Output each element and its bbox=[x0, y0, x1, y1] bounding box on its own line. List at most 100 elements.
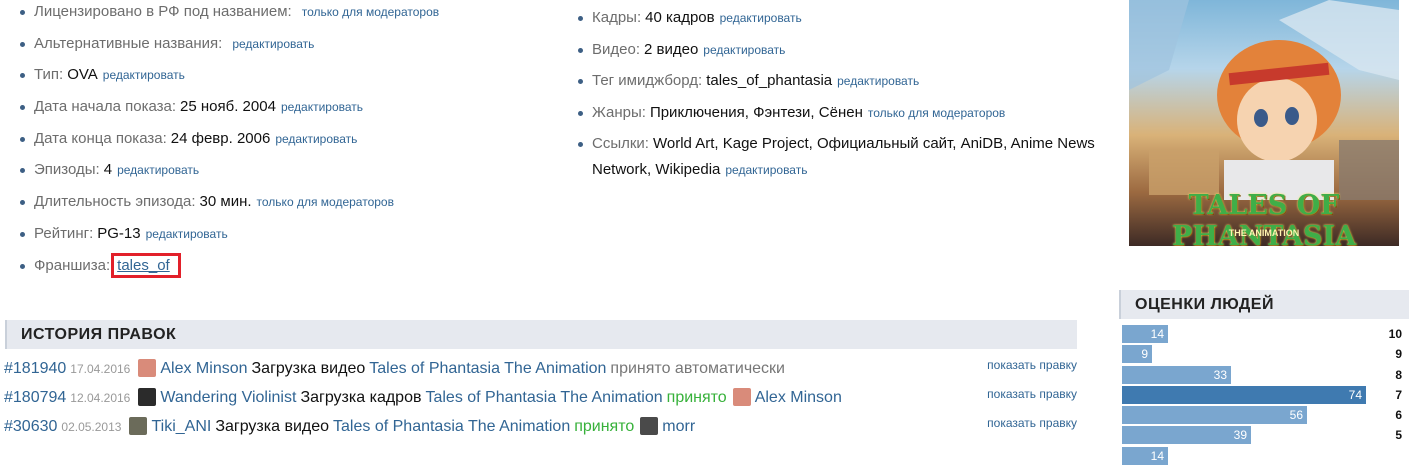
rating-bar: 33 bbox=[1122, 365, 1231, 384]
detail-value: World Art, Kage Project, Официальный сай… bbox=[592, 135, 1095, 179]
edit-link[interactable]: редактировать bbox=[232, 37, 314, 51]
show-edit-link[interactable]: показать правку bbox=[987, 353, 1077, 377]
edit-link[interactable]: редактировать bbox=[103, 68, 185, 82]
rating-row: 99 bbox=[1122, 345, 1407, 365]
edit-link[interactable]: редактировать bbox=[275, 132, 357, 146]
detail-item: Ссылки: World Art, Kage Project, Официаль… bbox=[578, 131, 1098, 183]
detail-key: Лицензировано в РФ под названием: bbox=[34, 3, 292, 20]
detail-key: Жанры: bbox=[592, 103, 646, 121]
show-edit-link[interactable]: показать правку bbox=[987, 382, 1077, 406]
user-link[interactable]: Wandering Violinist bbox=[160, 389, 296, 406]
detail-key: Дата начала показа: bbox=[34, 98, 177, 116]
approver-avatar[interactable] bbox=[732, 388, 751, 406]
detail-key: Дата конца показа: bbox=[34, 129, 167, 147]
detail-key: Видео: bbox=[592, 40, 640, 58]
detail-key: Кадры: bbox=[592, 9, 642, 26]
detail-key: Эпизоды: bbox=[34, 161, 100, 179]
rating-score: 7 bbox=[1395, 387, 1402, 402]
rating-row: 56 6 bbox=[1122, 406, 1407, 426]
edit-link[interactable]: редактировать bbox=[837, 74, 919, 88]
anime-link[interactable]: Tales of Phantasia The Animation bbox=[369, 360, 606, 377]
detail-item: Дата конца показа: 24 февр. 2006 редактиро… bbox=[20, 126, 560, 158]
detail-value: Приключения, Фэнтези, Сёнен bbox=[649, 103, 863, 121]
user-avatar[interactable] bbox=[138, 359, 157, 377]
detail-key: Тег имиджборд: bbox=[592, 72, 703, 90]
detail-item: Жанры: Приключения, Фэнтези, Сёнен только … bbox=[578, 100, 1098, 126]
edit-status: принято bbox=[574, 418, 635, 435]
rating-score: 10 bbox=[1388, 327, 1402, 341]
edit-date: 12.04.2016 bbox=[70, 391, 131, 405]
anime-link[interactable]: Tales of Phantasia The Animation bbox=[333, 418, 570, 435]
detail-value: 25 нояб. 2004 bbox=[180, 98, 276, 116]
rating-row: 14 bbox=[1122, 446, 1407, 467]
anime-details-left: Лицензировано в РФ под названием: только … bbox=[20, 0, 560, 284]
rating-row: 39 5 bbox=[1122, 426, 1407, 446]
edit-status: принято bbox=[666, 389, 727, 406]
anime-link[interactable]: Tales of Phantasia The Animation bbox=[425, 389, 662, 406]
detail-item-franchise: Франшиза: tales_of bbox=[20, 252, 560, 285]
moderators-only-link[interactable]: только для модераторов bbox=[868, 106, 1005, 120]
user-avatar[interactable] bbox=[138, 388, 157, 406]
detail-item: Рейтинг: PG-13 редактировать bbox=[20, 221, 560, 253]
edit-history-title: ИСТОРИЯ ПРАВОК bbox=[21, 326, 177, 343]
ratings-header: ОЦЕНКИ ЛЮДЕЙ bbox=[1119, 290, 1409, 319]
detail-value: 30 мин. bbox=[199, 193, 252, 211]
rating-score: 6 bbox=[1395, 408, 1402, 423]
detail-item: Длительность эпизода: 30 мин. только для м… bbox=[20, 189, 560, 221]
detail-value: 40 кадров bbox=[645, 9, 715, 26]
detail-item: Эпизоды: 4 редактировать bbox=[20, 157, 560, 189]
rating-bar: 39 bbox=[1122, 426, 1251, 445]
history-row: #181940 17.04.2016 Alex Minson Загрузка вид… bbox=[4, 357, 1077, 381]
detail-key: Длительность эпизода: bbox=[34, 193, 196, 211]
detail-value: OVA bbox=[67, 66, 98, 84]
detail-item: Тег имиджборд: tales_of_phantasia редактир… bbox=[578, 68, 1098, 94]
rating-score: 5 bbox=[1395, 428, 1402, 443]
user-avatar[interactable] bbox=[129, 417, 148, 435]
edit-link[interactable]: редактировать bbox=[703, 43, 785, 57]
poster-subtitle: THE ANIMATION bbox=[1228, 228, 1300, 238]
edit-action: Загрузка видео bbox=[215, 418, 330, 435]
rating-bar: 9 bbox=[1122, 345, 1152, 364]
edit-history-header: ИСТОРИЯ ПРАВОК bbox=[5, 320, 1077, 349]
detail-item: Лицензировано в РФ под названием: только … bbox=[20, 0, 560, 31]
edit-id-link[interactable]: #180794 bbox=[4, 389, 66, 406]
approver-link[interactable]: Alex Minson bbox=[755, 389, 842, 406]
history-row: #180794 12.04.2016 Wandering Violinist Загр… bbox=[4, 386, 1077, 410]
franchise-link[interactable]: tales_of bbox=[111, 252, 181, 278]
user-link[interactable]: Tiki_ANI bbox=[151, 418, 211, 435]
detail-item: Тип: OVA редактировать bbox=[20, 62, 560, 94]
moderators-only-link[interactable]: только для модераторов bbox=[302, 5, 439, 19]
edit-link[interactable]: редактировать bbox=[720, 11, 802, 25]
rating-bar: 14 bbox=[1122, 325, 1168, 343]
edit-link[interactable]: редактировать bbox=[725, 163, 807, 177]
detail-value: tales_of_phantasia bbox=[706, 72, 833, 90]
detail-item: Дата начала показа: 25 нояб. 2004 редактир… bbox=[20, 94, 560, 126]
history-row: #30630 02.05.2013 Tiki_ANI Загрузка видео Ta… bbox=[4, 415, 1077, 439]
edit-link[interactable]: редактировать bbox=[117, 163, 199, 177]
show-edit-link[interactable]: показать правку bbox=[987, 411, 1077, 435]
detail-value: 24 февр. 2006 bbox=[170, 129, 271, 147]
edit-date: 02.05.2013 bbox=[61, 420, 122, 434]
anime-details-right: Кадры: 40 кадров редактировать Видео: 2 виде… bbox=[578, 5, 1098, 189]
moderators-only-link[interactable]: только для модераторов bbox=[257, 195, 394, 209]
detail-key: Ссылки: bbox=[592, 135, 649, 153]
edit-id-link[interactable]: #30630 bbox=[4, 418, 57, 435]
detail-item: Кадры: 40 кадров редактировать bbox=[578, 5, 1098, 31]
approver-link[interactable]: morr bbox=[662, 418, 695, 435]
edit-status: принято автоматически bbox=[610, 360, 785, 377]
user-link[interactable]: Alex Minson bbox=[160, 360, 247, 377]
edit-link[interactable]: редактировать bbox=[281, 100, 363, 114]
detail-key: Тип: bbox=[34, 66, 64, 84]
detail-item: Видео: 2 видео редактировать bbox=[578, 37, 1098, 63]
detail-key: Рейтинг: bbox=[34, 224, 94, 242]
detail-item: Альтернативные названия: редактировать bbox=[20, 31, 560, 63]
detail-key: Альтернативные названия: bbox=[34, 34, 223, 52]
anime-poster[interactable]: TALES OF PHANTASIA THE ANIMATION bbox=[1129, 0, 1399, 246]
approver-avatar[interactable] bbox=[640, 417, 659, 435]
rating-row: 74 7 bbox=[1122, 385, 1407, 406]
edit-link[interactable]: редактировать bbox=[146, 227, 228, 241]
detail-value: PG-13 bbox=[97, 224, 141, 242]
edit-id-link[interactable]: #181940 bbox=[4, 360, 66, 377]
edit-action: Загрузка кадров bbox=[300, 389, 422, 406]
rating-row: 33 8 bbox=[1122, 365, 1407, 386]
